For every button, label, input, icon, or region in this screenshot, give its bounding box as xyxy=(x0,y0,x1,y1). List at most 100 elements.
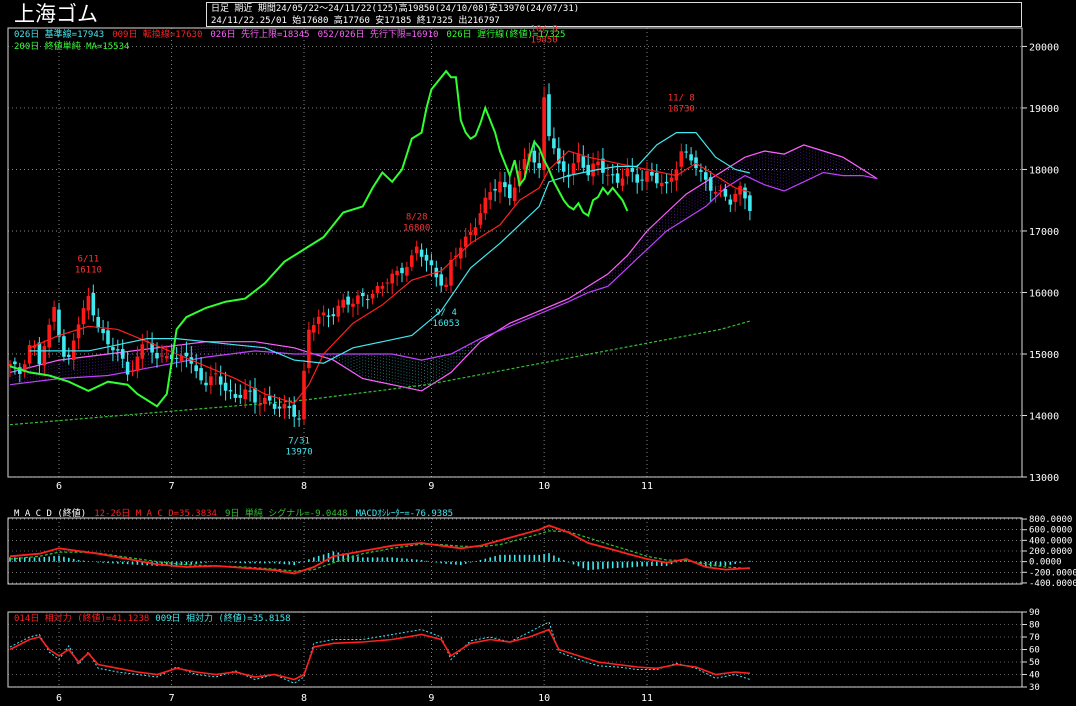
price-y-tick-label: 18000 xyxy=(1029,165,1059,176)
candle-body xyxy=(552,138,556,149)
candle-body xyxy=(243,389,247,400)
candle-body xyxy=(659,182,664,187)
candle-body xyxy=(733,193,737,202)
trough-annotation-date: 9/ 4 xyxy=(435,308,457,318)
candle-body xyxy=(630,167,635,172)
candle-body xyxy=(160,355,164,357)
price-legend-entry: 026日 先行上限=18345 xyxy=(210,28,309,40)
candle-body xyxy=(493,188,497,191)
price-y-tick-label: 17000 xyxy=(1029,227,1059,238)
candle-body xyxy=(302,370,306,420)
rsi-y-tick-label: 40 xyxy=(1029,671,1040,681)
candle-body xyxy=(228,390,233,392)
rsi9-line xyxy=(9,621,751,684)
candle-body xyxy=(748,195,752,211)
candle-body xyxy=(336,305,341,317)
trough-annotation-value: 13970 xyxy=(286,447,313,457)
candle-body xyxy=(13,361,17,365)
candle-body xyxy=(410,255,414,267)
chart-canvas: 6 6 7 7 8 8 9 9 10 10 11 11 13000 14000 15000 16000 1700… xyxy=(7,25,1076,704)
candle-body xyxy=(321,312,326,316)
rsi-x-tick-label: 11 xyxy=(641,693,653,704)
candle-body xyxy=(610,174,615,176)
macd-legend-entry: 12-26日 M A C D=35.3834 xyxy=(94,508,217,519)
candle-body xyxy=(165,356,169,359)
price-y-tick-label: 15000 xyxy=(1029,350,1059,361)
candle-body xyxy=(130,370,135,373)
peak-annotation-date: 8/28 xyxy=(406,212,428,222)
candle-body xyxy=(258,404,262,406)
price-x-tick-label: 11 xyxy=(641,481,653,492)
macd-y-tick-label: 200.0000 xyxy=(1029,547,1072,557)
macd-legend-entry: 9日 単純 シグナル=-9.0448 xyxy=(225,507,348,519)
candle-body xyxy=(743,187,747,199)
candle-body xyxy=(512,187,517,202)
price-y-tick-label: 14000 xyxy=(1029,411,1059,422)
macd-y-tick-label: -400.0000 xyxy=(1029,579,1076,589)
macd-y-tick-label: 600.0000 xyxy=(1029,526,1072,536)
candle-body xyxy=(282,403,287,409)
candle-body xyxy=(356,295,360,304)
candle-body xyxy=(669,177,674,182)
candle-body xyxy=(640,179,644,181)
price-legend-entry: 026日 遅行線(終値)=17325 xyxy=(446,28,565,40)
candle-body xyxy=(351,303,355,307)
candle-body xyxy=(272,403,277,409)
candle-body xyxy=(86,296,91,311)
price-pane-frame xyxy=(7,27,1023,478)
candle-body xyxy=(194,365,198,372)
candle-body xyxy=(444,284,448,288)
price-legend-entry: 026日 基準線=17943 xyxy=(14,28,104,40)
candle-body xyxy=(120,349,125,359)
candle-body xyxy=(615,173,620,183)
macd-y-tick-label: 0.0000 xyxy=(1029,558,1062,568)
candle-body xyxy=(645,171,649,182)
candle-body xyxy=(370,293,375,299)
candle-body xyxy=(277,406,282,409)
candle-body xyxy=(508,184,512,199)
candle-body xyxy=(106,330,110,345)
candle-body xyxy=(174,357,179,359)
candle-body xyxy=(424,254,429,261)
trough-annotation-value: 16053 xyxy=(433,319,460,329)
candle-body xyxy=(503,182,507,188)
candle-body xyxy=(429,260,434,266)
macd-legend-entry: MACDｵｼﾚｰﾀｰ=-76.9385 xyxy=(356,508,453,519)
candle-body xyxy=(414,246,419,254)
candle-body xyxy=(606,174,610,176)
candle-body xyxy=(689,154,693,161)
trough-annotation-date: 7/31 xyxy=(288,436,310,446)
candle-body xyxy=(331,314,336,317)
candle-body xyxy=(361,292,365,297)
peak-annotation-date: 6/11 xyxy=(78,255,100,265)
candle-body xyxy=(625,168,630,177)
candle-body xyxy=(650,171,654,176)
candle-body xyxy=(365,299,370,301)
candle-body xyxy=(287,406,292,408)
candle-body xyxy=(184,352,189,357)
price-x-tick-label: 10 xyxy=(538,481,550,492)
candle-body xyxy=(263,397,267,404)
candle-body xyxy=(155,352,159,359)
candle-body xyxy=(101,328,105,334)
candle-body xyxy=(635,174,639,183)
rsi-x-tick-label: 7 xyxy=(169,693,175,704)
candle-body xyxy=(267,396,272,401)
candle-body xyxy=(655,172,659,184)
price-y-tick-label: 16000 xyxy=(1029,288,1059,299)
candle-body xyxy=(218,376,223,385)
candle-body xyxy=(37,342,42,365)
candle-body xyxy=(620,178,625,186)
senkou-b-line xyxy=(9,171,878,386)
candle-body xyxy=(708,177,713,191)
macd-y-tick-label: -200.0000 xyxy=(1029,568,1076,578)
candle-body xyxy=(135,356,140,371)
candle-body xyxy=(522,158,527,170)
candle-body xyxy=(699,170,703,172)
peak-annotation-value: 18730 xyxy=(668,105,695,115)
candle-body xyxy=(478,213,483,225)
price-x-tick-label: 6 xyxy=(56,481,62,492)
candle-body xyxy=(346,296,350,305)
candle-body xyxy=(62,336,66,357)
candle-body xyxy=(199,368,203,381)
